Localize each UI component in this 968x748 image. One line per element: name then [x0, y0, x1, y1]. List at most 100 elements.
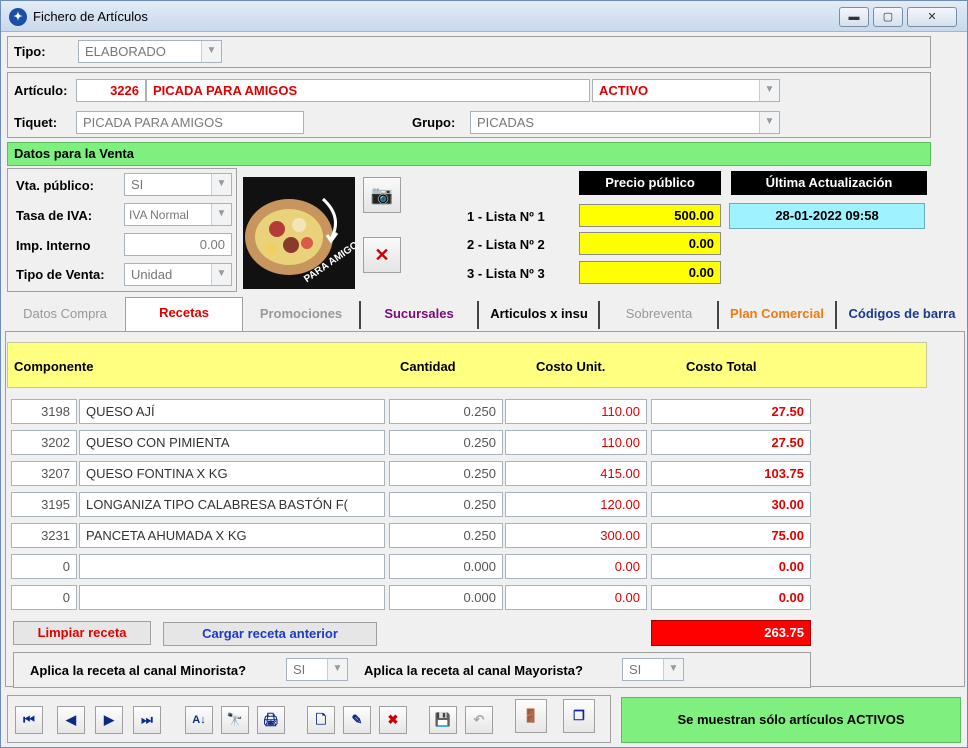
print-button[interactable]: 🖨: [257, 706, 285, 734]
tab-sucursales[interactable]: Sucursales: [363, 299, 475, 329]
lista-2-field[interactable]: 0.00: [579, 232, 721, 255]
mayorista-select[interactable]: SI ▼: [622, 658, 684, 681]
row-total-cost-field[interactable]: 27.50: [651, 399, 811, 424]
articulo-status-value: ACTIVO: [599, 83, 649, 98]
row-name-field[interactable]: [79, 554, 385, 579]
delete-button[interactable]: ✖: [379, 706, 407, 734]
articulo-status-select[interactable]: ACTIVO ▼: [592, 79, 780, 102]
tab-datos-compra[interactable]: Datos Compra: [7, 299, 123, 329]
last-record-button[interactable]: ⏭: [133, 706, 161, 734]
tiquet-field[interactable]: PICADA PARA AMIGOS: [76, 111, 304, 134]
cargar-receta-button[interactable]: Cargar receta anterior: [163, 622, 377, 646]
row-name-field[interactable]: LONGANIZA TIPO CALABRESA BASTÓN F(: [79, 492, 385, 517]
tab-separator: [359, 301, 361, 329]
first-record-button[interactable]: ⏮: [15, 706, 43, 734]
sort-button[interactable]: A↓: [185, 706, 213, 734]
tab-sobreventa[interactable]: Sobreventa: [603, 299, 715, 329]
tipo-value: ELABORADO: [85, 44, 166, 59]
tasa-iva-value: IVA Normal: [129, 208, 189, 222]
tab-articulos-insumos[interactable]: Articulos x insu: [481, 299, 597, 329]
lista-1-label: 1 - Lista Nº 1: [467, 209, 545, 224]
sort-az-icon: A↓: [192, 714, 206, 726]
tipo-venta-select[interactable]: Unidad ▼: [124, 263, 232, 286]
chevron-down-icon: ▼: [327, 659, 347, 680]
row-total-cost-field[interactable]: 27.50: [651, 430, 811, 455]
row-code-field[interactable]: 3207: [11, 461, 77, 486]
row-qty-field[interactable]: 0.250: [389, 492, 503, 517]
row-unit-cost-field[interactable]: 110.00: [505, 430, 647, 455]
row-qty-field[interactable]: 0.250: [389, 430, 503, 455]
tasa-iva-select[interactable]: IVA Normal ▼: [124, 203, 232, 226]
row-qty-field[interactable]: 0.250: [389, 461, 503, 486]
row-unit-cost-field[interactable]: 0.00: [505, 585, 647, 610]
row-code-field[interactable]: 0: [11, 554, 77, 579]
canal-panel: Aplica la receta al canal Minorista? SI ▼…: [13, 652, 811, 688]
row-unit-cost-field[interactable]: 415.00: [505, 461, 647, 486]
row-name-field[interactable]: QUESO AJÍ: [79, 399, 385, 424]
row-qty-field[interactable]: 0.000: [389, 554, 503, 579]
row-unit-cost-field[interactable]: 110.00: [505, 399, 647, 424]
binoculars-icon: 🔭: [226, 712, 244, 727]
row-qty-field[interactable]: 0.000: [389, 585, 503, 610]
maximize-button[interactable]: ▢: [873, 7, 903, 27]
articulo-panel: Artículo: 3226 PICADA PARA AMIGOS ACTIVO…: [7, 72, 931, 138]
new-document-icon: 🗋: [315, 712, 327, 727]
row-name-field[interactable]: PANCETA AHUMADA X KG: [79, 523, 385, 548]
tab-plan-comercial[interactable]: Plan Comercial: [721, 299, 833, 329]
tab-codigos-barra[interactable]: Códigos de barra: [839, 299, 965, 329]
lista-1-field[interactable]: 500.00: [579, 204, 721, 227]
undo-button[interactable]: ↶: [465, 706, 493, 734]
row-total-cost-field[interactable]: 0.00: [651, 585, 811, 610]
row-code-field[interactable]: 3231: [11, 523, 77, 548]
row-unit-cost-field[interactable]: 120.00: [505, 492, 647, 517]
status-active-button[interactable]: Se muestran sólo artículos ACTIVOS: [621, 697, 961, 743]
save-button[interactable]: 💾: [429, 706, 457, 734]
chevron-down-icon: ▼: [663, 659, 683, 680]
row-code-field[interactable]: 0: [11, 585, 77, 610]
grupo-select[interactable]: PICADAS ▼: [470, 111, 780, 134]
limpiar-receta-button[interactable]: Limpiar receta: [13, 621, 151, 645]
exit-button[interactable]: 🚪: [515, 699, 547, 733]
new-button[interactable]: 🗋: [307, 706, 335, 734]
chevron-down-icon: ▼: [759, 80, 779, 101]
articulo-name-field[interactable]: PICADA PARA AMIGOS: [146, 79, 590, 102]
row-code-field[interactable]: 3202: [11, 430, 77, 455]
search-button[interactable]: 🔭: [221, 706, 249, 734]
row-code-field[interactable]: 3195: [11, 492, 77, 517]
row-unit-cost-field[interactable]: 0.00: [505, 554, 647, 579]
tipo-select[interactable]: ELABORADO ▼: [78, 40, 222, 63]
receta-total: 263.75: [651, 620, 811, 646]
camera-button[interactable]: 📷: [363, 177, 401, 213]
row-unit-cost-field[interactable]: 300.00: [505, 523, 647, 548]
col-cantidad: Cantidad: [400, 359, 456, 374]
delete-image-button[interactable]: ✕: [363, 237, 401, 273]
row-name-field[interactable]: QUESO FONTINA X KG: [79, 461, 385, 486]
imp-interno-field[interactable]: 0.00: [124, 233, 232, 256]
edit-button[interactable]: ✎: [343, 706, 371, 734]
row-code-field[interactable]: 3198: [11, 399, 77, 424]
vta-publico-select[interactable]: SI ▼: [124, 173, 232, 196]
copy-button[interactable]: ❐: [563, 699, 595, 733]
row-qty-field[interactable]: 0.250: [389, 399, 503, 424]
minimize-button[interactable]: ▬: [839, 7, 869, 27]
next-record-button[interactable]: ▶: [95, 706, 123, 734]
chevron-down-icon: ▼: [201, 41, 221, 62]
row-total-cost-field[interactable]: 0.00: [651, 554, 811, 579]
articulo-code-field[interactable]: 3226: [76, 79, 146, 102]
ultima-actualizacion-value: 28-01-2022 09:58: [729, 203, 925, 229]
row-total-cost-field[interactable]: 75.00: [651, 523, 811, 548]
minorista-select[interactable]: SI ▼: [286, 658, 348, 681]
previous-record-button[interactable]: ◀: [57, 706, 85, 734]
close-button[interactable]: ✕: [907, 7, 957, 27]
tab-recetas[interactable]: Recetas: [125, 297, 243, 333]
printer-icon: 🖨: [262, 712, 280, 727]
row-name-field[interactable]: [79, 585, 385, 610]
tab-promociones[interactable]: Promociones: [245, 299, 357, 329]
mayorista-label: Aplica la receta al canal Mayorista?: [364, 663, 583, 678]
row-qty-field[interactable]: 0.250: [389, 523, 503, 548]
row-total-cost-field[interactable]: 30.00: [651, 492, 811, 517]
app-icon: ✦: [9, 8, 27, 26]
lista-3-field[interactable]: 0.00: [579, 261, 721, 284]
row-total-cost-field[interactable]: 103.75: [651, 461, 811, 486]
row-name-field[interactable]: QUESO CON PIMIENTA: [79, 430, 385, 455]
